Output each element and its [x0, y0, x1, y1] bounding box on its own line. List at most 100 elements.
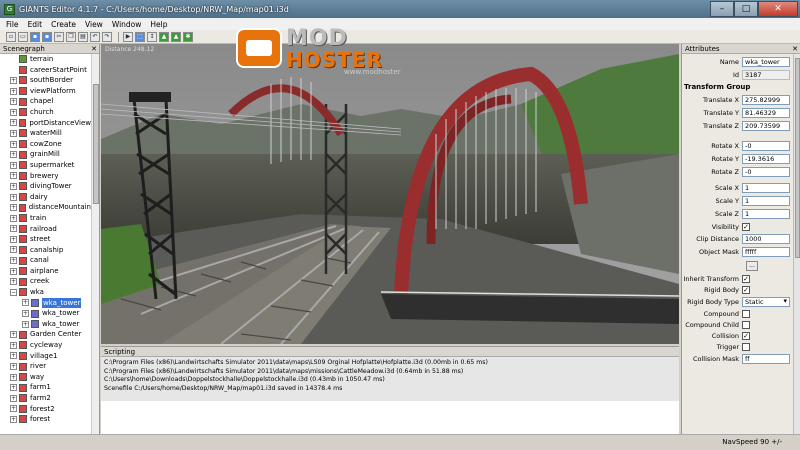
expand-icon[interactable]: + — [10, 193, 17, 201]
object-mask-browse-button[interactable]: ... — [746, 261, 758, 271]
expand-icon[interactable]: + — [10, 172, 17, 180]
expand-icon[interactable]: + — [10, 235, 17, 243]
expand-icon[interactable]: + — [10, 373, 17, 381]
undo-icon[interactable]: ↶ — [90, 31, 100, 42]
expand-icon[interactable]: + — [10, 204, 17, 212]
scenegraph-item[interactable]: + wka_tower — [0, 297, 91, 309]
move-tool-icon[interactable]: ↕ — [147, 31, 157, 42]
translate-y-field[interactable]: 81.46329 — [742, 108, 790, 118]
compound-child-checkbox[interactable] — [742, 321, 750, 329]
expand-icon[interactable]: + — [10, 119, 17, 127]
scenegraph-item[interactable]: + canal — [0, 255, 91, 266]
open-folder-icon[interactable]: ▭ — [18, 31, 28, 42]
foliage-paint-icon[interactable]: ✱ — [183, 31, 193, 42]
expand-icon[interactable]: + — [10, 140, 17, 148]
expand-icon[interactable]: + — [10, 108, 17, 116]
copy-icon[interactable]: ❐ — [66, 31, 76, 42]
inherit-transform-checkbox[interactable]: ✓ — [742, 275, 750, 283]
scenegraph-item[interactable]: + Garden Center — [0, 329, 91, 340]
clip-distance-field[interactable]: 1000 — [742, 234, 790, 244]
terrain-sculpt-icon[interactable]: ▲ — [159, 31, 169, 42]
rotate-x-field[interactable]: -0 — [742, 141, 790, 151]
expand-icon[interactable]: + — [10, 405, 17, 413]
play-icon[interactable]: ▶ — [123, 31, 133, 42]
scenegraph-item[interactable]: + way — [0, 372, 91, 383]
scenegraph-item[interactable]: + farm2 — [0, 393, 91, 404]
menu-help[interactable]: Help — [150, 20, 167, 29]
scenegraph-item[interactable]: + street — [0, 234, 91, 245]
save-icon[interactable]: ▪ — [30, 31, 40, 42]
scrollbar-thumb[interactable] — [795, 58, 800, 258]
scenegraph-item[interactable]: + forest2 — [0, 404, 91, 415]
expand-icon[interactable]: + — [10, 87, 17, 95]
expand-icon[interactable]: + — [10, 129, 17, 137]
scenegraph-item[interactable]: + farm1 — [0, 382, 91, 393]
rigid-body-checkbox[interactable]: ✓ — [742, 286, 750, 294]
scale-y-field[interactable]: 1 — [742, 196, 790, 206]
rigid-body-type-select[interactable]: Static — [742, 297, 790, 307]
cut-icon[interactable]: ✂ — [54, 31, 64, 42]
scenegraph-item[interactable]: + grainMill — [0, 149, 91, 160]
close-button[interactable]: ✕ — [758, 1, 798, 17]
expand-icon[interactable]: + — [22, 299, 29, 307]
scenegraph-item[interactable]: + forest — [0, 414, 91, 425]
collision-checkbox[interactable]: ✓ — [742, 332, 750, 340]
scenegraph-item[interactable]: + village1 — [0, 351, 91, 362]
object-mask-field[interactable]: fffff — [742, 247, 790, 257]
trigger-checkbox[interactable] — [742, 343, 750, 351]
scenegraph-item[interactable]: + train — [0, 213, 91, 224]
scenegraph-item[interactable]: + creek — [0, 276, 91, 287]
scenegraph-close-icon[interactable]: ✕ — [91, 44, 97, 54]
expand-icon[interactable]: + — [10, 341, 17, 349]
attributes-close-icon[interactable]: ✕ — [792, 44, 798, 54]
scenegraph-item[interactable]: + viewPlatform — [0, 86, 91, 97]
3d-viewport[interactable]: Distance 248.12 — [101, 44, 679, 344]
terrain-paint-icon[interactable]: ▲ — [171, 31, 181, 42]
minimize-button[interactable]: – — [710, 1, 734, 17]
expand-icon[interactable]: + — [10, 151, 17, 159]
scale-z-field[interactable]: 1 — [742, 209, 790, 219]
scenegraph-item[interactable]: + railroad — [0, 224, 91, 235]
compound-checkbox[interactable] — [742, 310, 750, 318]
new-file-icon[interactable]: ▫ — [6, 31, 16, 42]
translate-x-field[interactable]: 275.82999 — [742, 95, 790, 105]
expand-icon[interactable]: + — [10, 225, 17, 233]
scenegraph-item[interactable]: + waterMill — [0, 128, 91, 139]
scenegraph-item[interactable]: + church — [0, 107, 91, 118]
expand-icon[interactable]: + — [10, 352, 17, 360]
expand-icon[interactable]: + — [10, 267, 17, 275]
scenegraph-item[interactable]: + divingTower — [0, 181, 91, 192]
expand-icon[interactable]: + — [10, 246, 17, 254]
expand-icon[interactable]: + — [10, 182, 17, 190]
expand-icon[interactable]: + — [10, 98, 17, 106]
collision-mask-field[interactable]: ff — [742, 354, 790, 364]
scenegraph-item[interactable]: + canalship — [0, 245, 91, 256]
rotate-y-field[interactable]: -19.3616 — [742, 154, 790, 164]
scenegraph-item[interactable]: + wka_tower — [0, 308, 91, 319]
scenegraph-item[interactable]: + supermarket — [0, 160, 91, 171]
scenegraph-scrollbar[interactable] — [91, 54, 99, 434]
collapse-icon[interactable]: − — [10, 288, 17, 296]
scenegraph-item[interactable]: terrain — [0, 54, 91, 65]
name-field[interactable]: wka_tower — [742, 57, 790, 67]
expand-icon[interactable]: + — [10, 363, 17, 371]
scenegraph-item[interactable]: + dairy — [0, 192, 91, 203]
select-tool-icon[interactable]: ⬚ — [135, 31, 145, 42]
scripting-log[interactable]: C:\Program Files (x86)\Landwirtschafts S… — [101, 357, 491, 395]
save-all-icon[interactable]: ▪ — [42, 31, 52, 42]
scenegraph-item[interactable]: + chapel — [0, 96, 91, 107]
expand-icon[interactable]: + — [10, 76, 17, 84]
translate-z-field[interactable]: 209.73599 — [742, 121, 790, 131]
expand-icon[interactable]: + — [10, 278, 17, 286]
expand-icon[interactable]: + — [10, 384, 17, 392]
menu-window[interactable]: Window — [112, 20, 142, 29]
scenegraph-item[interactable]: + distanceMountain — [0, 202, 91, 213]
expand-icon[interactable]: + — [10, 394, 17, 402]
visibility-checkbox[interactable]: ✓ — [742, 223, 750, 231]
expand-icon[interactable]: + — [22, 310, 29, 318]
expand-icon[interactable]: + — [10, 331, 17, 339]
expand-icon[interactable]: + — [22, 320, 29, 328]
paste-icon[interactable]: ▤ — [78, 31, 88, 42]
menu-edit[interactable]: Edit — [28, 20, 43, 29]
expand-icon[interactable]: + — [10, 415, 17, 423]
